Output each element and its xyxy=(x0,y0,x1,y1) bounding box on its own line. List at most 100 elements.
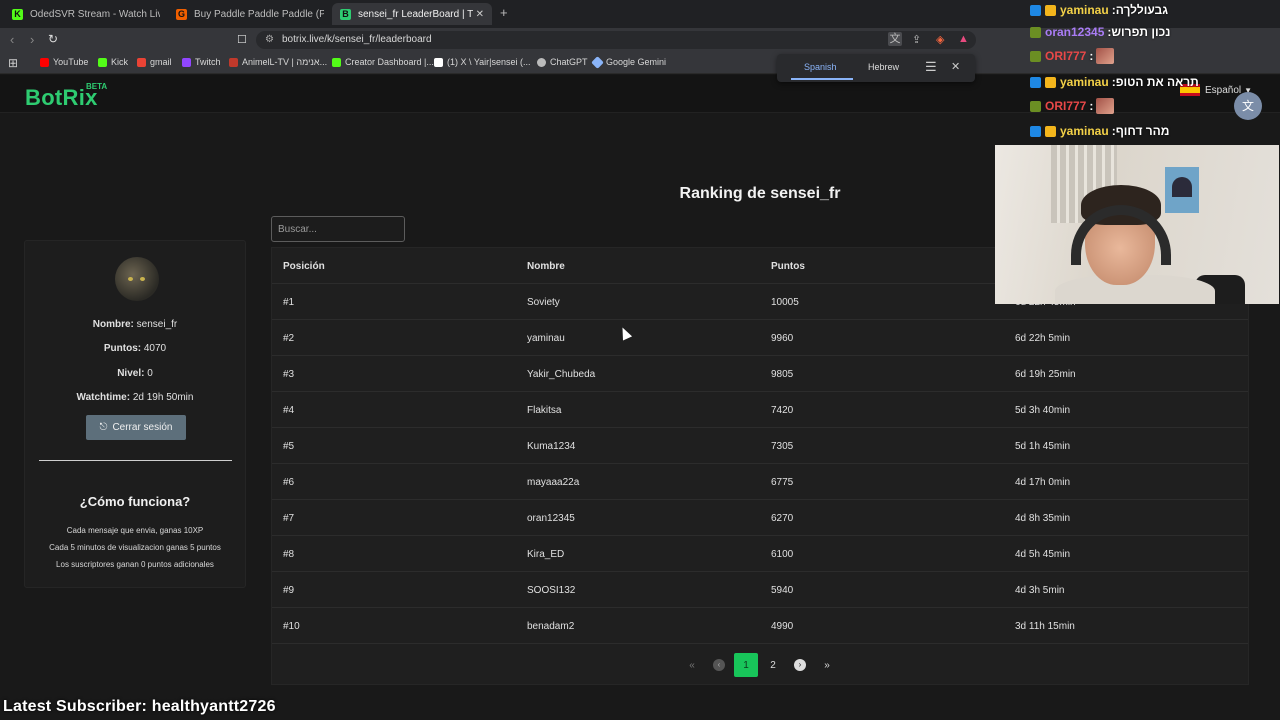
botrix-icon: B xyxy=(340,8,351,20)
logout-button[interactable]: ⎋ Cerrar sesión xyxy=(86,415,186,440)
cell-position: #9 xyxy=(283,585,295,596)
cell-watchtime: 4d 17h 0min xyxy=(1015,477,1071,488)
table-row: #7 oran12345 6270 4d 8h 35min xyxy=(272,500,1248,536)
cell-position: #7 xyxy=(283,513,295,524)
subscriber-badge-icon xyxy=(1030,26,1041,38)
apps-grid-icon[interactable]: ⊞ xyxy=(8,56,18,70)
cell-watchtime: 5d 3h 40min xyxy=(1015,405,1071,416)
chat-username: ORI777 xyxy=(1045,99,1087,113)
url-text: botrix.live/k/sensei_fr/leaderboard xyxy=(282,34,432,45)
search-input[interactable] xyxy=(271,216,405,242)
cell-watchtime: 4d 8h 35min xyxy=(1015,513,1071,524)
chat-message: yaminau: מהר דחוף xyxy=(1030,121,1170,141)
webcam-overlay xyxy=(995,145,1279,304)
kick-icon xyxy=(332,57,341,67)
cell-watchtime: 6d 19h 25min xyxy=(1015,369,1076,380)
profile-level: Nivel: 0 xyxy=(117,368,153,379)
browser-tab-1[interactable]: G Buy Paddle Paddle Paddle (PC) - Stea xyxy=(168,3,328,25)
cell-watchtime: 5d 1h 45min xyxy=(1015,441,1071,452)
browser-tab-2[interactable]: B sensei_fr LeaderBoard | The best ✕ xyxy=(332,3,492,25)
back-icon[interactable]: ‹ xyxy=(10,32,14,47)
browser-tab-0[interactable]: K OdedSVR Stream - Watch Live on Kic xyxy=(4,3,164,25)
bookmark-creator-dashboard[interactable]: Creator Dashboard |... xyxy=(332,57,434,67)
youtube-icon xyxy=(40,57,49,67)
chat-username: yaminau xyxy=(1060,124,1109,138)
bookmark-youtube[interactable]: YouTube xyxy=(40,57,88,67)
reload-icon[interactable]: ↻ xyxy=(48,32,58,46)
profile-name: Nombre: sensei_fr xyxy=(92,319,178,330)
menu-icon[interactable]: ☰ xyxy=(925,59,937,75)
translate-target-tab[interactable]: Hebrew xyxy=(868,62,899,72)
cell-position: #4 xyxy=(283,405,295,416)
profile-card: Nombre: sensei_fr Puntos: 4070 Nivel: 0 … xyxy=(24,240,246,588)
table-row: #10 benadam2 4990 3d 11h 15min xyxy=(272,608,1248,644)
chat-message: yaminau: תראה את הטופ xyxy=(1030,72,1199,92)
cell-name: SOOSI132 xyxy=(527,585,576,596)
table-row: #4 Flakitsa 7420 5d 3h 40min xyxy=(272,392,1248,428)
header-points[interactable]: Puntos xyxy=(771,261,805,272)
chat-message: ORI777: xyxy=(1030,46,1115,66)
pagination: « ‹ 1 2 › » xyxy=(680,653,842,677)
cell-position: #1 xyxy=(283,297,295,308)
moderator-badge-icon xyxy=(1030,76,1041,88)
page-2-button[interactable]: 2 xyxy=(761,653,785,677)
cell-position: #2 xyxy=(283,333,295,344)
next-page-icon[interactable]: › xyxy=(788,653,812,677)
share-icon[interactable]: ⇪ xyxy=(912,33,921,46)
divider xyxy=(39,460,232,461)
moderator-badge-icon xyxy=(1030,125,1041,137)
translate-source-tab[interactable]: Spanish xyxy=(804,62,837,72)
bookmark-icon[interactable]: ☐ xyxy=(237,33,247,46)
moderator-badge-icon xyxy=(1030,4,1041,16)
twitch-icon xyxy=(182,57,191,67)
bookmark-animeil[interactable]: AnimelL-TV | אנימה... xyxy=(229,57,327,67)
page-1-button[interactable]: 1 xyxy=(734,653,758,677)
brave-shield-icon[interactable]: ◈ xyxy=(936,33,944,46)
cell-points: 9960 xyxy=(771,333,794,344)
close-tab-icon[interactable]: ✕ xyxy=(476,9,484,20)
cell-points: 7420 xyxy=(771,405,794,416)
cell-points: 6270 xyxy=(771,513,794,524)
g2a-icon: G xyxy=(176,8,187,20)
bookmark-gmail[interactable]: gmail xyxy=(137,57,172,67)
avatar xyxy=(115,257,159,301)
header-name[interactable]: Nombre xyxy=(527,261,565,272)
chat-text: גבעוללךה xyxy=(1115,3,1168,17)
translate-icon[interactable]: 文 xyxy=(888,32,902,46)
x-icon xyxy=(434,57,443,67)
chat-username: oran12345 xyxy=(1045,25,1105,39)
chat-username: yaminau xyxy=(1060,3,1109,17)
last-page-icon[interactable]: » xyxy=(815,653,839,677)
bookmark-gemini[interactable]: Google Gemini xyxy=(591,55,666,69)
site-info-icon[interactable]: ⚙ xyxy=(265,31,274,49)
vip-badge-icon xyxy=(1045,76,1056,88)
bookmark-chatgpt[interactable]: ChatGPT xyxy=(537,57,588,67)
cell-name: mayaaa22a xyxy=(527,477,580,488)
bookmark-kick[interactable]: Kick xyxy=(98,57,128,67)
brave-rewards-icon[interactable]: ▲ xyxy=(958,33,969,45)
chat-username: yaminau xyxy=(1060,75,1109,89)
prev-page-icon[interactable]: ‹ xyxy=(707,653,731,677)
gemini-icon xyxy=(591,55,604,69)
cell-name: yaminau xyxy=(527,333,565,344)
table-row: #3 Yakir_Chubeda 9805 6d 19h 25min xyxy=(272,356,1248,392)
emote-icon xyxy=(1096,98,1115,114)
vip-badge-icon xyxy=(1045,125,1056,137)
cell-watchtime: 4d 5h 45min xyxy=(1015,549,1071,560)
forward-icon[interactable]: › xyxy=(30,32,34,47)
chat-message: ORI777: xyxy=(1030,96,1115,116)
header-position[interactable]: Posición xyxy=(283,261,325,272)
profile-points: Puntos: 4070 xyxy=(103,343,167,354)
cell-name: Yakir_Chubeda xyxy=(527,369,596,380)
bookmark-twitch[interactable]: Twitch xyxy=(182,57,221,67)
new-tab-button[interactable]: + xyxy=(500,5,508,20)
cell-position: #8 xyxy=(283,549,295,560)
bookmark-x[interactable]: (1) X \ Yair|sensei (... xyxy=(434,57,531,67)
gmail-icon xyxy=(137,57,146,67)
url-field[interactable]: ⚙ botrix.live/k/sensei_fr/leaderboard xyxy=(256,31,976,49)
first-page-icon[interactable]: « xyxy=(680,653,704,677)
close-icon[interactable]: ✕ xyxy=(951,60,960,73)
cell-position: #6 xyxy=(283,477,295,488)
table-row: #8 Kira_ED 6100 4d 5h 45min xyxy=(272,536,1248,572)
leaderboard-table: Posición Nombre Puntos #1 Soviety 10005 6d … xyxy=(271,247,1249,685)
